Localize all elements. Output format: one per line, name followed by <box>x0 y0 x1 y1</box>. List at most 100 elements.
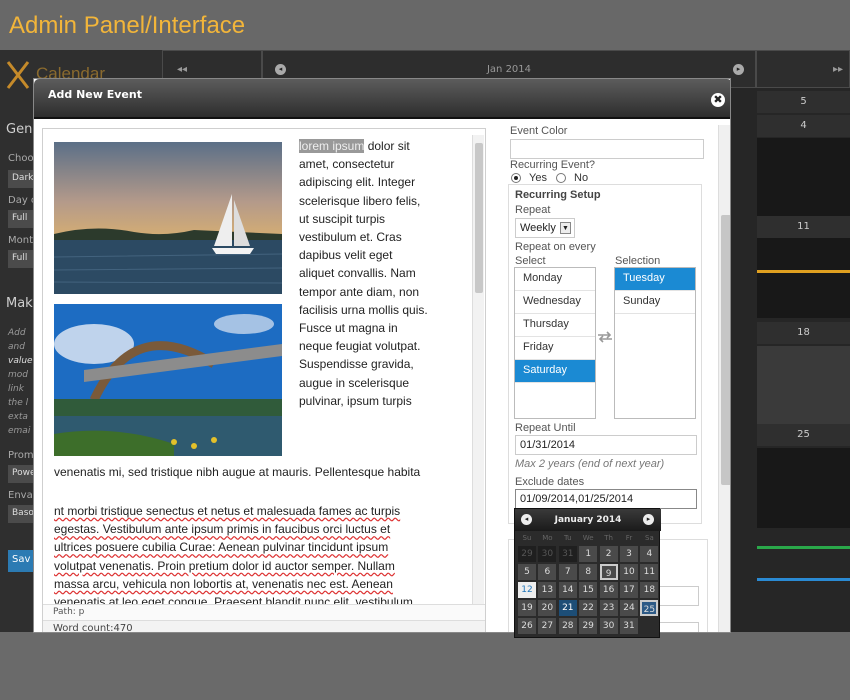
datepicker-day[interactable]: 16 <box>599 582 618 598</box>
calendar-cell[interactable] <box>757 448 850 528</box>
calendar-cell[interactable] <box>757 346 850 426</box>
prev-month-icon[interactable]: ◂ <box>521 514 532 525</box>
prev-month-icon[interactable]: ◂ <box>275 64 286 75</box>
editor-path: Path: p <box>43 604 485 620</box>
editor-scrollbar[interactable] <box>472 135 484 605</box>
weekday-label: Fr <box>625 534 633 542</box>
datepicker-day[interactable]: 26 <box>518 618 536 634</box>
event-stripe[interactable] <box>757 578 850 581</box>
next-month-icon[interactable]: ▸ <box>643 514 654 525</box>
day-option[interactable]: Friday <box>515 337 595 360</box>
next-year-button[interactable]: ▸▸ <box>756 50 850 88</box>
calendar-cell[interactable] <box>757 238 850 318</box>
scrollbar-thumb[interactable] <box>475 143 483 293</box>
datepicker-day[interactable]: 3 <box>620 546 638 562</box>
repeat-label: Repeat <box>515 204 551 216</box>
promo-label: Prom <box>8 450 34 461</box>
datepicker-day[interactable]: 28 <box>558 618 577 634</box>
datepicker-day[interactable]: 31 <box>558 546 577 562</box>
text-line: venenatis mi, sed tristique nibh augue a… <box>54 465 421 479</box>
datepicker-day[interactable]: 13 <box>538 582 557 598</box>
datepicker-day[interactable]: 25 <box>640 600 659 616</box>
help-note: value <box>8 356 33 366</box>
datepicker-day[interactable]: 17 <box>620 582 638 598</box>
datepicker-day[interactable]: 23 <box>599 600 618 616</box>
logo-icon <box>6 61 30 89</box>
text-line: nt morbi tristique senectus et netus et … <box>54 504 401 518</box>
datepicker-day[interactable]: 1 <box>579 546 598 562</box>
datepicker-day[interactable]: 12 <box>518 582 536 598</box>
datepicker-day[interactable]: 11 <box>640 564 659 580</box>
scrollbar-thumb[interactable] <box>721 215 730 485</box>
datepicker-day[interactable]: 30 <box>599 618 618 634</box>
rich-text-editor[interactable]: lorem ipsum dolor sit amet, consectetur … <box>42 128 486 632</box>
repeat-until-input[interactable]: 01/31/2014 <box>515 435 697 455</box>
datepicker-day[interactable]: 27 <box>538 618 557 634</box>
close-button[interactable]: ✖ <box>711 93 725 107</box>
selection-label: Selection <box>615 255 661 267</box>
available-days-list[interactable]: Monday Wednesday Thursday Friday Saturda… <box>514 267 596 419</box>
repeat-select[interactable]: Weekly ▼ <box>515 218 575 238</box>
datepicker-popup: January 2014 ◂ ▸ Su Mo Tu We Th Fr Sa 29 30 31 1 2 3… <box>514 508 661 638</box>
day-option[interactable]: Thursday <box>515 314 595 337</box>
day-option[interactable]: Sunday <box>615 291 695 314</box>
exclude-dates-label: Exclude dates <box>515 476 585 488</box>
select-label: Select <box>515 255 546 267</box>
datepicker-day[interactable]: 29 <box>518 546 536 562</box>
bridge-image <box>54 304 282 456</box>
datepicker-day[interactable]: 30 <box>538 546 557 562</box>
month-label: Mont <box>8 235 34 246</box>
text-column-body: dolor sit amet, consectetur adipiscing e… <box>299 139 428 408</box>
datepicker-day[interactable]: 4 <box>640 546 659 562</box>
datepicker-day[interactable]: 9 <box>599 564 618 580</box>
datepicker-day[interactable]: 20 <box>538 600 557 616</box>
day-option[interactable]: Tuesday <box>615 268 695 291</box>
help-note: and <box>8 342 25 352</box>
calendar-cell[interactable] <box>757 138 850 216</box>
word-count: Word count:470 <box>43 620 485 632</box>
help-note: exta <box>8 412 28 422</box>
datepicker-month: January 2014 <box>554 515 622 525</box>
datepicker-day[interactable]: 18 <box>640 582 659 598</box>
datepicker-day[interactable]: 15 <box>579 582 598 598</box>
selected-text: lorem ipsum <box>299 139 365 153</box>
datepicker-day[interactable]: 21 <box>558 600 577 616</box>
help-note: Add <box>8 328 26 338</box>
selected-days-list[interactable]: Tuesday Sunday <box>614 267 696 419</box>
datepicker-day[interactable]: 22 <box>579 600 598 616</box>
modal-title: Add New Event <box>48 88 142 101</box>
day-option[interactable]: Monday <box>515 268 595 291</box>
datepicker-day[interactable]: 2 <box>599 546 618 562</box>
yes-radio[interactable] <box>511 173 521 183</box>
datepicker-day[interactable]: 10 <box>620 564 638 580</box>
weekday-label: Th <box>604 534 613 542</box>
recurring-label: Recurring Event? <box>510 159 595 171</box>
day-option[interactable]: Wednesday <box>515 291 595 314</box>
day-option[interactable]: Saturday <box>515 360 595 383</box>
datepicker-day[interactable]: 24 <box>620 600 638 616</box>
event-stripe[interactable] <box>757 270 850 273</box>
transfer-icon[interactable] <box>597 331 613 343</box>
datepicker-day[interactable]: 5 <box>518 564 536 580</box>
datepicker-day[interactable]: 31 <box>620 618 638 634</box>
text-line: egestas. Vestibulum ante ipsum primis in… <box>54 522 391 537</box>
event-color-input[interactable] <box>510 139 704 159</box>
form-scrollbar[interactable] <box>718 125 730 632</box>
datepicker-day[interactable]: 19 <box>518 600 536 616</box>
weekday-label: Sa <box>645 534 654 542</box>
datepicker-day[interactable]: 14 <box>558 582 577 598</box>
chevron-down-icon[interactable]: ▼ <box>560 222 571 234</box>
no-radio[interactable] <box>556 173 566 183</box>
datepicker-day[interactable]: 6 <box>538 564 557 580</box>
event-stripe[interactable] <box>757 546 850 549</box>
yes-label: Yes <box>529 172 547 184</box>
exclude-dates-input[interactable]: 01/09/2014,01/25/2014 <box>515 489 697 509</box>
calendar-day-number: 5 <box>757 91 850 113</box>
next-month-icon[interactable]: ▸ <box>733 64 744 75</box>
datepicker-day[interactable]: 7 <box>558 564 577 580</box>
repeat-value: Weekly <box>520 222 556 234</box>
weekday-label: Mo <box>542 534 553 542</box>
datepicker-day[interactable]: 8 <box>579 564 598 580</box>
no-label: No <box>574 172 589 184</box>
datepicker-day[interactable]: 29 <box>579 618 598 634</box>
